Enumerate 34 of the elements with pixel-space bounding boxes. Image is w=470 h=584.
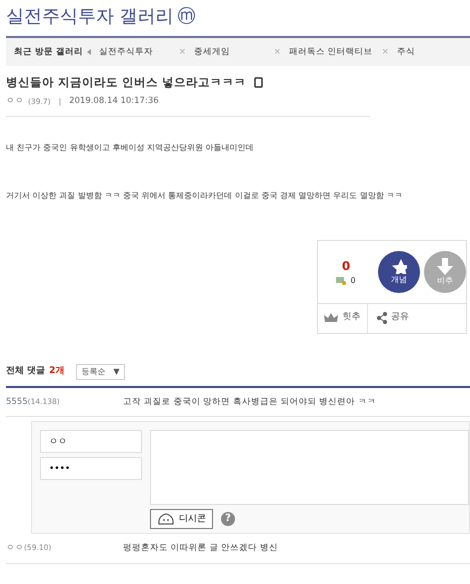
help-icon[interactable]: ? (221, 512, 235, 526)
crown-icon (324, 313, 338, 324)
down-arrow-icon (436, 256, 454, 275)
post-date: 2019.08.14 10:17:36 (69, 95, 159, 108)
comment-count: 2개 (49, 364, 64, 378)
sort-select[interactable]: 등록순 ▼ (76, 364, 125, 380)
star-icon (391, 258, 407, 274)
post-title: 병신들아 지금이라도 인버스 넣으라고ㅋㅋㅋ (6, 74, 246, 91)
mobile-icon (254, 77, 264, 88)
comment-author[interactable]: 5555 (6, 396, 28, 408)
dccon-button[interactable]: 디시콘 (150, 509, 213, 530)
gallery-mark: ⓜ (178, 8, 196, 26)
upvote-count: 0 (342, 258, 350, 275)
author-name[interactable]: ㅇㅇ (6, 95, 24, 108)
recent-gallery-link[interactable]: 패러독스 인터랙티브 (288, 46, 373, 58)
post-body-text: 거기서 이상한 괴질 발병함 ㅋㅋ 중국 위에서 통제중이라카던데 이걸로 중국 경제 멸망하면 우리도 멸망함 ㅋㅋ (6, 189, 404, 202)
comment-author[interactable]: ㅇㅇ (6, 542, 24, 556)
recent-label: 최근 방문 갤러리 (14, 46, 83, 58)
comments-label: 전체 댓글 (6, 364, 46, 378)
dumpling-icon (157, 512, 175, 526)
left-arrow-icon (84, 48, 93, 56)
fixed-count: 0 (350, 274, 356, 287)
share-icon (376, 312, 387, 324)
password-field[interactable]: •••• (40, 457, 142, 480)
recent-gallery-link[interactable]: 실전주식투자 (98, 46, 153, 58)
recent-gallery-link[interactable]: 주식 (396, 46, 415, 58)
post-body-text: 내 친구가 중국인 유학생이고 후베이성 지역공산당위원 아들내미인데 (6, 141, 255, 154)
name-field[interactable]: ㅇㅇ (40, 430, 142, 454)
comment-text: 고작 괴질로 중국이 망하면 흑사병급은 되어야되 병신련아 ㅋㅋ (123, 396, 376, 408)
recent-gallery-link[interactable]: 중세게임 (194, 46, 230, 58)
gallery-title[interactable]: 실전주식투자 갤러리 (6, 8, 174, 26)
upvote-button[interactable]: 개념 (378, 250, 420, 293)
comment-text: 펑펑혼자도 이따위론 글 안쓰겠다 병신 (123, 542, 278, 556)
comment-icon (336, 276, 346, 285)
